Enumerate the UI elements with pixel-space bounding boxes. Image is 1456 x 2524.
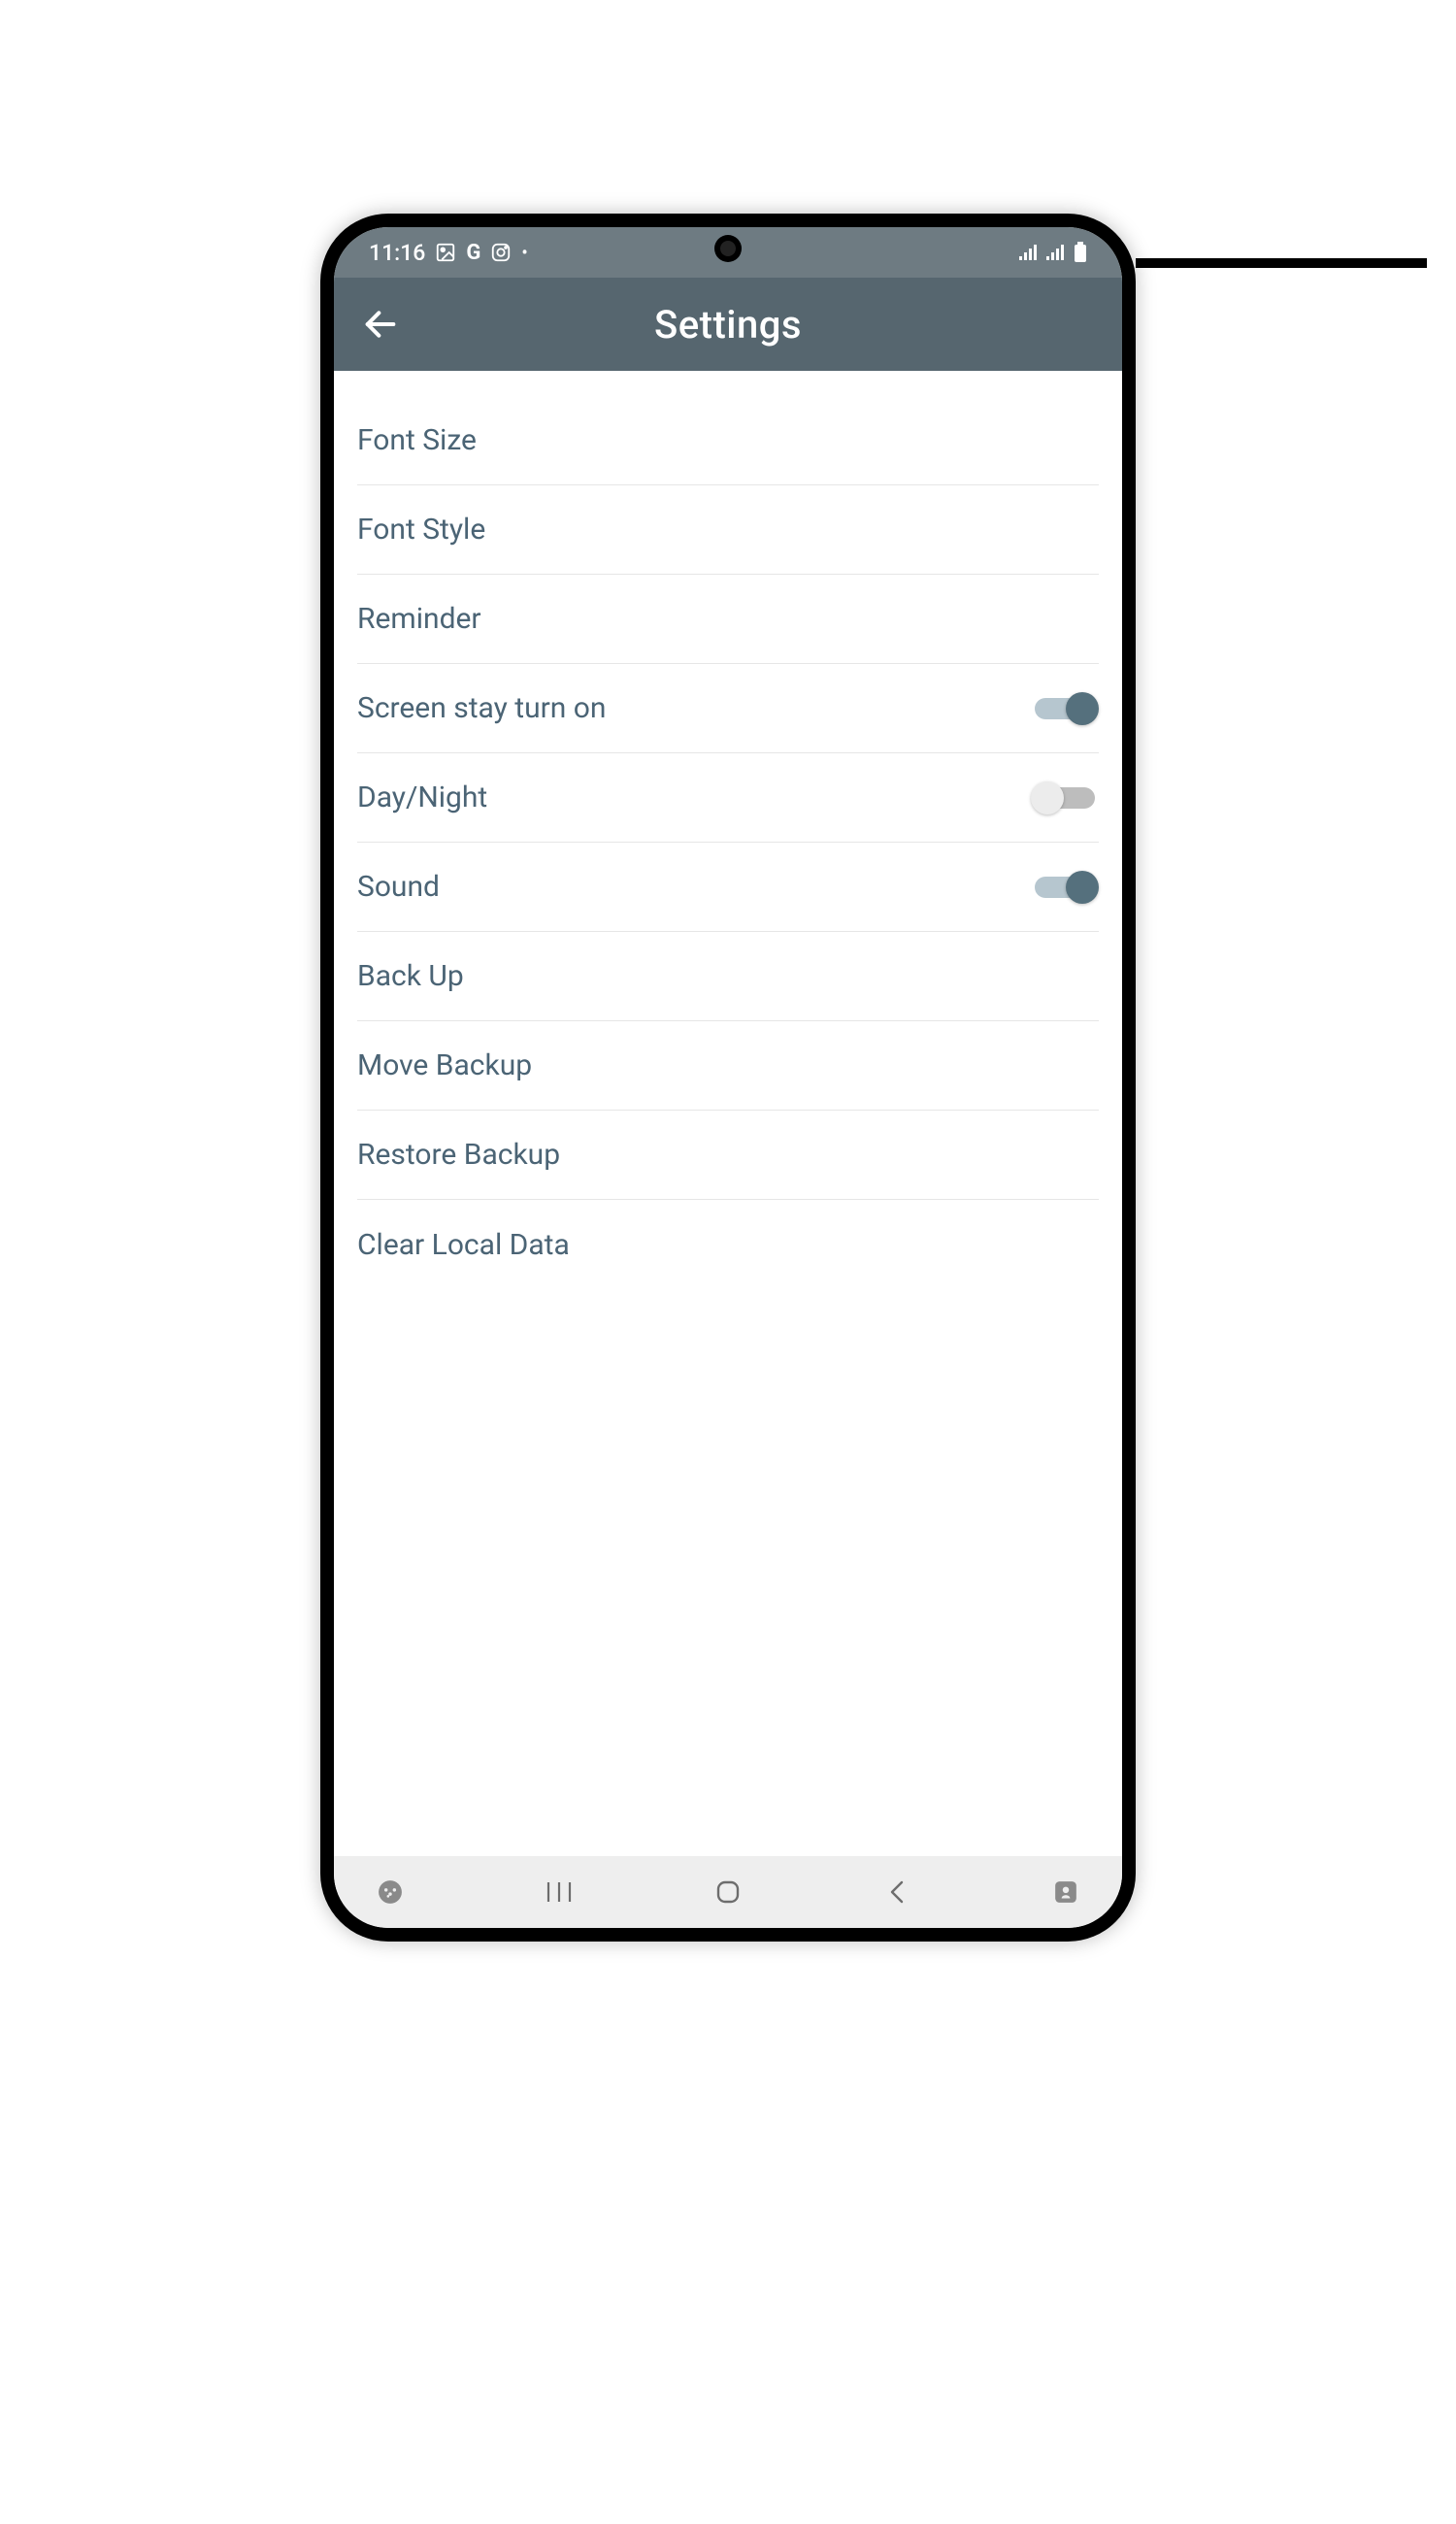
setting-label: Move Backup [357,1048,532,1082]
setting-label: Reminder [357,602,481,636]
screen-stay-on-toggle[interactable] [1031,690,1099,727]
status-time: 11:16 [369,240,425,266]
cable-decoration [1136,258,1427,268]
instagram-icon [490,242,512,263]
status-bar-left: 11:16 G • [369,240,528,266]
setting-label: Font Size [357,423,477,457]
home-button[interactable] [699,1873,757,1911]
phone-frame: 11:16 G • [320,214,1136,1942]
setting-label: Restore Backup [357,1138,560,1172]
signal2-icon [1046,245,1066,260]
setting-label: Font Style [357,513,485,547]
back-button[interactable] [351,295,410,353]
game-launcher-icon[interactable] [361,1873,419,1911]
setting-restore-backup[interactable]: Restore Backup [357,1111,1099,1200]
setting-font-style[interactable]: Font Style [357,485,1099,575]
toggle-thumb [1031,781,1064,814]
assistant-icon[interactable] [1037,1873,1095,1911]
more-dot-icon: • [521,243,527,263]
setting-screen-stay-on[interactable]: Screen stay turn on [357,664,1099,753]
image-icon [435,242,456,263]
back-nav-button[interactable] [868,1873,926,1911]
recents-button[interactable] [530,1873,588,1911]
setting-reminder[interactable]: Reminder [357,575,1099,664]
setting-label: Sound [357,870,440,904]
status-bar-right [1019,242,1087,263]
setting-label: Back Up [357,959,464,993]
setting-day-night[interactable]: Day/Night [357,753,1099,843]
sound-toggle[interactable] [1031,869,1099,906]
arrow-left-icon [361,305,400,344]
day-night-toggle[interactable] [1031,780,1099,816]
signal1-icon [1019,245,1039,260]
setting-move-backup[interactable]: Move Backup [357,1021,1099,1111]
setting-label: Clear Local Data [357,1228,570,1262]
setting-label: Day/Night [357,780,487,814]
settings-list: Font Size Font Style Reminder Screen sta… [334,371,1122,1856]
android-nav-bar [334,1856,1122,1928]
camera-notch [714,235,742,262]
setting-font-size[interactable]: Font Size [357,396,1099,485]
battery-icon [1074,242,1087,263]
page-title: Settings [334,302,1122,348]
setting-backup[interactable]: Back Up [357,932,1099,1021]
setting-label: Screen stay turn on [357,691,606,725]
toggle-thumb [1066,692,1099,725]
google-icon: G [466,241,480,265]
toggle-thumb [1066,871,1099,904]
setting-clear-local-data[interactable]: Clear Local Data [357,1200,1099,1289]
phone-screen: 11:16 G • [334,227,1122,1928]
setting-sound[interactable]: Sound [357,843,1099,932]
app-bar: Settings [334,278,1122,371]
